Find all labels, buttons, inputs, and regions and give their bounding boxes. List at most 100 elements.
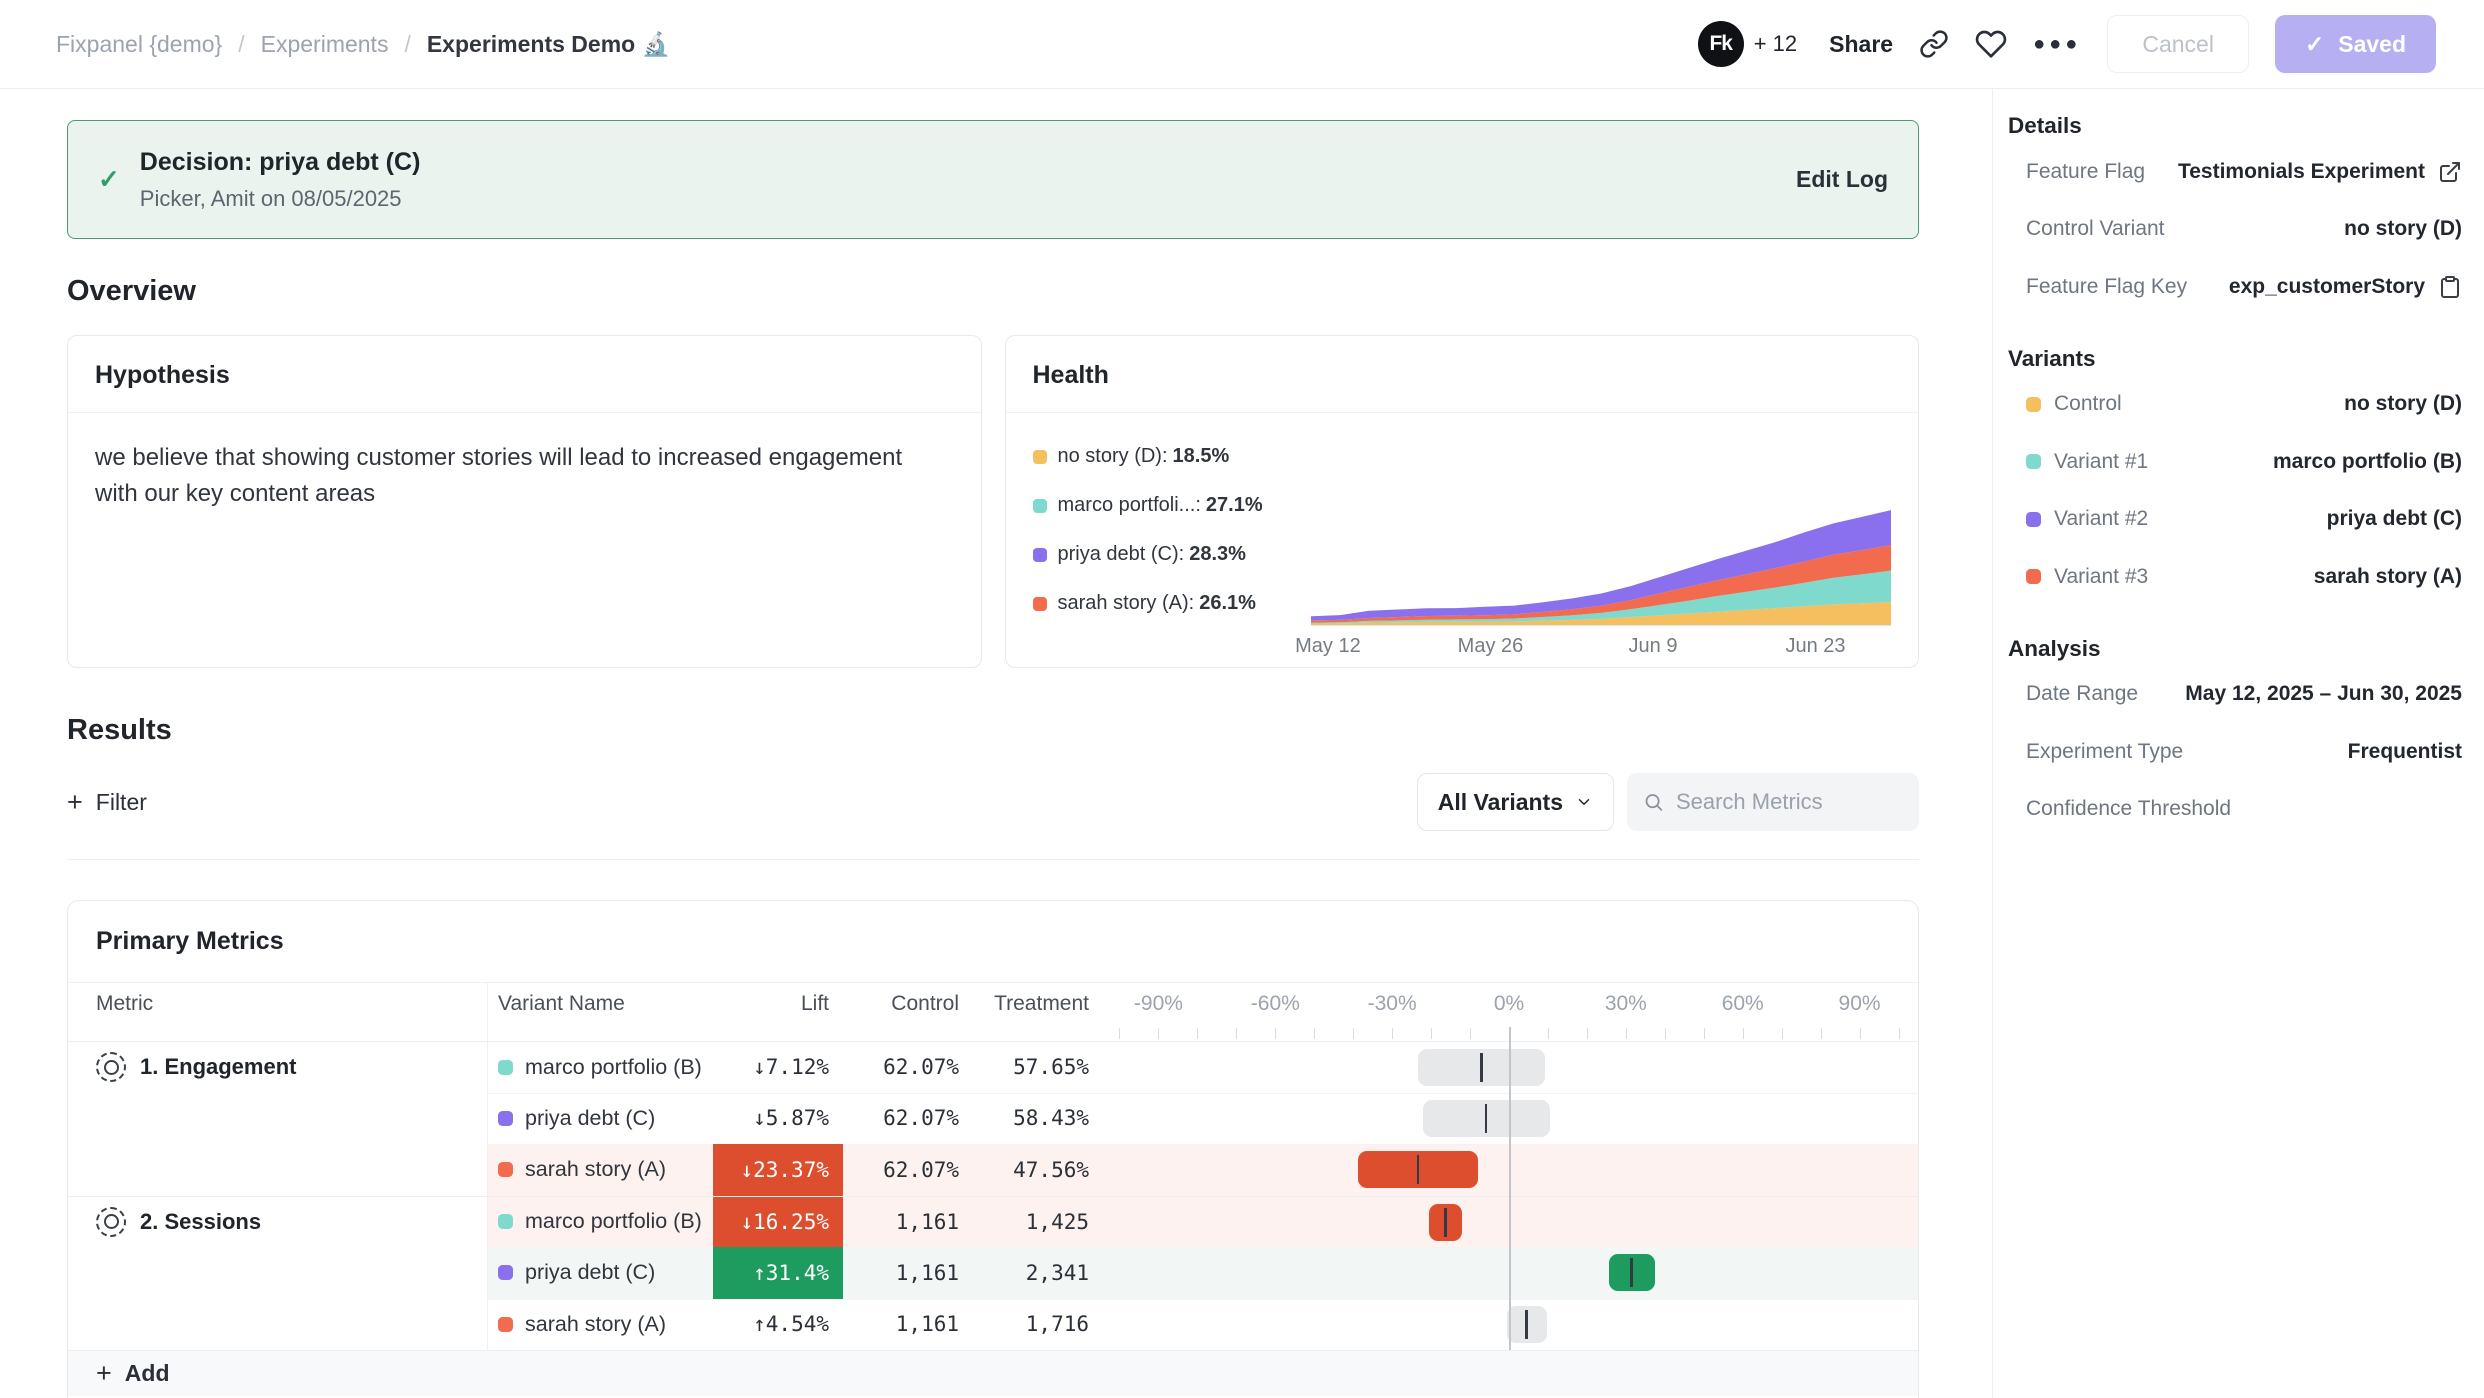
axis-tick-label: 60% xyxy=(1722,992,1764,1016)
details-section-title: Details xyxy=(2008,113,2462,139)
cancel-button[interactable]: Cancel xyxy=(2107,15,2249,73)
control-value: 62.07% xyxy=(883,1158,959,1182)
metric-row[interactable]: 2. Sessionsmarco portfolio (B)↓16.25%1,1… xyxy=(68,1196,1918,1248)
sidebar-row-label: Feature Flag Key xyxy=(2026,275,2187,299)
search-metrics-box[interactable] xyxy=(1627,773,1919,831)
axis-minor-tick xyxy=(1392,1028,1393,1039)
all-variants-dropdown[interactable]: All Variants xyxy=(1417,773,1614,831)
favorite-heart-icon[interactable] xyxy=(1975,28,2007,60)
axis-minor-tick xyxy=(1626,1028,1627,1039)
col-treatment: Treatment xyxy=(969,992,1089,1016)
metric-row[interactable]: priya debt (C)↑31.4%1,1612,341 xyxy=(68,1247,1918,1299)
divider xyxy=(67,859,1919,860)
metric-row[interactable]: 1. Engagement marco portfolio (B) ↓7.12% 62… xyxy=(68,1041,1918,1093)
treatment-value-cell: 1,425 xyxy=(969,1197,1089,1248)
row-separator xyxy=(487,1247,1918,1248)
legend-swatch-icon xyxy=(1033,548,1047,562)
sidebar-row-label: Variant #2 xyxy=(2026,507,2148,531)
hypothesis-title: Hypothesis xyxy=(68,336,981,413)
decision-banner: ✓ Decision: priya debt (C) Picker, Amit … xyxy=(67,120,1919,239)
add-metric-button[interactable]: + Add xyxy=(68,1350,1918,1396)
col-lift: Lift xyxy=(713,992,843,1016)
collaborators-count[interactable]: + 12 xyxy=(1754,31,1797,57)
metric-name-cell: 2. Sessions xyxy=(96,1197,261,1248)
sidebar-row: Feature Flag Key exp_customerStory xyxy=(2008,258,2462,316)
topbar: Fixpanel {demo} / Experiments / Experime… xyxy=(0,0,2484,89)
axis-tick-label: -30% xyxy=(1368,992,1417,1016)
breadcrumb-experiments[interactable]: Experiments xyxy=(261,31,389,58)
lift-value: ↑31.4% xyxy=(753,1261,829,1285)
axis-minor-tick xyxy=(1587,1028,1588,1039)
lift-value: ↓5.87% xyxy=(753,1106,829,1130)
axis-minor-tick xyxy=(1275,1028,1276,1039)
check-icon: ✓ xyxy=(2305,31,2324,58)
row-separator xyxy=(487,1093,1918,1094)
lift-value: ↑4.54% xyxy=(753,1312,829,1336)
sidebar-row-value: no story (D) xyxy=(2344,392,2462,416)
lift-axis-labels: -90%-60%-30%0%30%60%90% xyxy=(1100,983,1918,1025)
treatment-value: 1,716 xyxy=(1026,1312,1089,1336)
axis-minor-tick xyxy=(1860,1028,1861,1039)
control-value: 62.07% xyxy=(883,1055,959,1079)
legend-swatch-icon xyxy=(1033,597,1047,611)
control-value-cell: 62.07% xyxy=(839,1042,959,1093)
variant-color-dot xyxy=(498,1214,513,1229)
copy-link-icon[interactable] xyxy=(1919,29,1949,59)
sidebar-row-label: Feature Flag xyxy=(2026,160,2145,184)
metric-row[interactable]: sarah story (A) ↑4.54% 1,161 1,716 xyxy=(68,1299,1918,1351)
avatar[interactable]: Fk xyxy=(1698,21,1744,67)
control-value: 1,161 xyxy=(896,1312,959,1336)
hypothesis-text: we believe that showing customer stories… xyxy=(68,413,968,539)
axis-minor-tick xyxy=(1782,1028,1783,1039)
sidebar-row-label: Control xyxy=(2026,392,2122,416)
health-title: Health xyxy=(1006,336,1919,413)
sidebar-row: Feature Flag Testimonials Experiment xyxy=(2008,143,2462,201)
clipboard-icon[interactable] xyxy=(2438,275,2462,299)
axis-minor-tick xyxy=(1821,1028,1822,1039)
variant-cell: sarah story (A) xyxy=(498,1299,666,1351)
axis-minor-tick xyxy=(1704,1028,1705,1039)
more-menu-icon[interactable]: ●●● xyxy=(2033,33,2081,56)
search-metrics-input[interactable] xyxy=(1676,789,1903,815)
axis-tick-label: -90% xyxy=(1134,992,1183,1016)
variant-name: sarah story (A) xyxy=(525,1312,666,1337)
variant-color-dot xyxy=(498,1317,513,1332)
health-legend: no story (D):18.5%marco portfoli...:27.1… xyxy=(1033,437,1311,663)
axis-minor-tick xyxy=(1314,1028,1315,1039)
breadcrumb-separator: / xyxy=(238,31,244,58)
axis-minor-tick xyxy=(1431,1028,1432,1039)
add-filter-button[interactable]: + Filter xyxy=(67,789,147,816)
sidebar-row-label: Variant #3 xyxy=(2026,565,2148,589)
lift-point-marker xyxy=(1444,1208,1447,1237)
sidebar-row: Confidence Threshold xyxy=(2008,781,2462,839)
axis-minor-tick xyxy=(1119,1028,1120,1039)
metric-row[interactable]: priya debt (C)↓5.87%62.07%58.43% xyxy=(68,1093,1918,1145)
sidebar-row: Date RangeMay 12, 2025 – Jun 30, 2025 xyxy=(2008,666,2462,724)
plus-icon: + xyxy=(67,789,83,816)
legend-value: 26.1% xyxy=(1199,592,1256,615)
primary-metrics-card: Primary Metrics Metric Variant Name Lift… xyxy=(67,900,1919,1398)
external-link-icon[interactable] xyxy=(2438,160,2462,184)
sidebar-row-value[interactable]: exp_customerStory xyxy=(2229,275,2425,299)
decision-title: Decision: priya debt (C) xyxy=(140,148,421,177)
metric-label: 1. Engagement xyxy=(140,1054,296,1080)
metric-goal-icon xyxy=(96,1207,126,1237)
share-button[interactable]: Share xyxy=(1829,31,1893,58)
sidebar-row-value[interactable]: Testimonials Experiment xyxy=(2178,160,2425,184)
metric-row[interactable]: sarah story (A)↓23.37%62.07%47.56% xyxy=(68,1144,1918,1196)
treatment-value-cell: 47.56% xyxy=(969,1144,1089,1196)
lift-value-cell: ↑31.4% xyxy=(713,1247,843,1299)
lift-value: ↓7.12% xyxy=(753,1055,829,1079)
breadcrumb-project[interactable]: Fixpanel {demo} xyxy=(56,31,222,58)
edit-log-button[interactable]: Edit Log xyxy=(1796,166,1888,193)
saved-button[interactable]: ✓ Saved xyxy=(2275,15,2436,73)
treatment-value: 58.43% xyxy=(1013,1106,1089,1130)
sidebar-row-value: marco portfolio (B) xyxy=(2273,450,2462,474)
row-separator xyxy=(487,1299,1918,1300)
axis-minor-tick xyxy=(1236,1028,1237,1039)
variant-name: marco portfolio (B) xyxy=(525,1055,702,1080)
health-legend-item: sarah story (A):26.1% xyxy=(1033,592,1311,615)
primary-metrics-title: Primary Metrics xyxy=(68,901,1918,983)
axis-tick-label: 0% xyxy=(1494,992,1524,1016)
sidebar-row-label: Control Variant xyxy=(2026,217,2165,241)
